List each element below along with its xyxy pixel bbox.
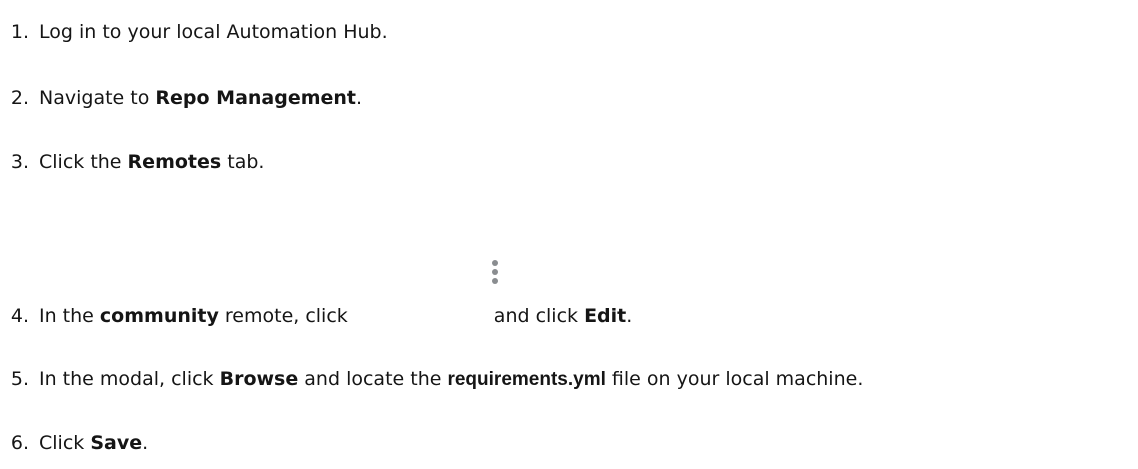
step-text: Click the (39, 151, 128, 173)
step-text: Click (39, 432, 91, 454)
step-text: . (356, 87, 363, 109)
step-text: Log in to your local Automation Hub. (39, 21, 388, 43)
ui-term-save: Save (90, 432, 143, 454)
ui-term-community: community (99, 305, 219, 327)
step-number: 2. (10, 87, 29, 109)
kebab-menu-icon (490, 260, 500, 296)
step-5: 5. In the modal, click Browse and locate … (0, 367, 864, 392)
step-4: 4. In the community remote, click and clic… (0, 304, 632, 328)
step-1: 1. Log in to your local Automation Hub. (0, 20, 388, 44)
ui-term-edit: Edit (584, 305, 627, 327)
step-text: . (626, 305, 633, 327)
step-text: In the modal, click (39, 368, 220, 390)
step-text: tab. (221, 151, 265, 173)
step-number: 6. (10, 432, 29, 454)
step-2: 2. Navigate to Repo Management. (0, 86, 362, 110)
step-text: file on your local machine. (605, 368, 864, 390)
step-text: and locate the (298, 368, 448, 390)
file-name: requirements.yml (447, 369, 606, 390)
step-text: In the (39, 305, 100, 327)
step-text: Navigate to (39, 87, 156, 109)
step-6: 6. Click Save. (0, 431, 148, 455)
step-number: 3. (10, 151, 29, 173)
step-number: 4. (10, 305, 29, 327)
step-text: . (142, 432, 149, 454)
ui-term-remotes: Remotes (127, 151, 222, 173)
step-3: 3. Click the Remotes tab. (0, 150, 265, 174)
step-text: remote, click (218, 305, 348, 327)
step-number: 5. (10, 368, 29, 390)
ui-term-repo-management: Repo Management (155, 87, 357, 109)
step-number: 1. (10, 21, 29, 43)
ui-term-browse: Browse (219, 368, 299, 390)
step-text: and click (493, 305, 585, 327)
